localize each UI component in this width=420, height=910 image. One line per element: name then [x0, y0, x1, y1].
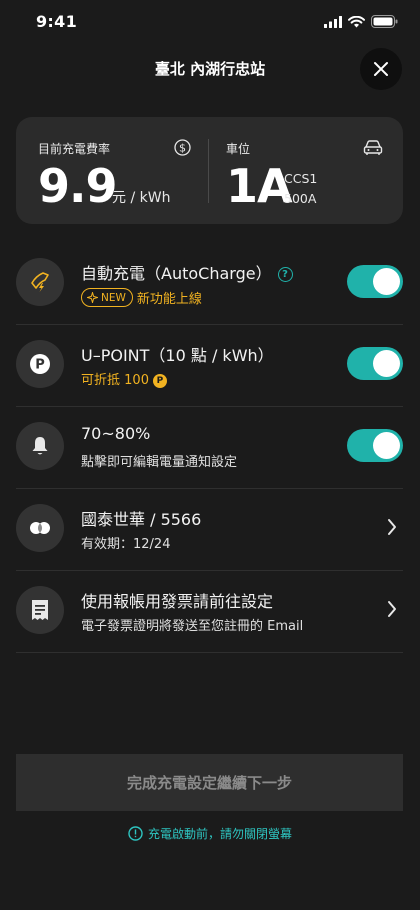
bell-icon: [16, 422, 64, 470]
autocharge-toggle[interactable]: [347, 265, 403, 298]
upoint-balance: 100: [124, 373, 149, 388]
status-time: 9:41: [36, 12, 77, 31]
svg-text:$: $: [179, 142, 186, 155]
setting-row-upoint[interactable]: P U–POINT（10 點 / kWh） 可折抵 100 P: [16, 324, 403, 407]
new-badge-label: NEW: [101, 291, 126, 304]
battery-notify-title: 70~80%: [81, 424, 151, 443]
charging-info-card: 目前充電費率 $ 9.9 元 / kWh 車位 1A CCS1 500A: [16, 117, 403, 224]
setting-row-battery-notify[interactable]: 70~80% 點擊即可編輯電量通知設定: [16, 406, 403, 489]
status-bar: 9:41: [0, 0, 420, 48]
toggle-knob: [373, 350, 400, 377]
upoint-subtitle-prefix: 可折抵: [81, 373, 121, 388]
payment-card-expiry: 有效期：12/24: [81, 537, 171, 552]
autocharge-title: 自動充電（AutoCharge）: [81, 264, 272, 283]
setting-row-autocharge[interactable]: 自動充電（AutoCharge）? NEW 新功能上線: [16, 242, 403, 325]
autocharge-subtitle: 新功能上線: [136, 292, 202, 307]
battery-icon: [371, 15, 398, 28]
autocharge-subtitle-line: NEW 新功能上線: [81, 288, 202, 307]
header: 臺北 內湖行忠站: [0, 48, 420, 92]
connector-info: CCS1 500A: [284, 169, 317, 209]
battery-notify-toggle[interactable]: [347, 429, 403, 462]
rate-label: 目前充電費率: [38, 142, 111, 156]
screen-notice: 充電啟動前，請勿關閉螢幕: [0, 825, 420, 842]
autocharge-title-line: 自動充電（AutoCharge）?: [81, 260, 293, 284]
credit-card-icon: [16, 504, 64, 552]
continue-button[interactable]: 完成充電設定繼續下一步: [16, 754, 403, 811]
help-icon[interactable]: ?: [277, 267, 293, 282]
payment-card-title: 國泰世華 / 5566: [81, 510, 202, 529]
chevron-right-icon: [388, 601, 396, 617]
wifi-icon: [348, 15, 365, 27]
svg-text:P: P: [35, 358, 45, 373]
chevron-right-icon: [388, 519, 396, 535]
dollar-icon: $: [174, 139, 191, 156]
rate-value: 9.9: [38, 159, 117, 213]
screen-notice-text: 充電啟動前，請勿關閉螢幕: [147, 827, 292, 841]
page-title: 臺北 內湖行忠站: [154, 60, 266, 78]
invoice-subtitle: 電子發票證明將發送至您註冊的 Email: [81, 619, 304, 634]
close-button[interactable]: [360, 48, 402, 90]
receipt-icon: [16, 586, 64, 634]
new-badge: NEW: [81, 288, 133, 307]
point-coin-icon: P: [152, 373, 167, 388]
spot-label: 車位: [226, 142, 251, 156]
invoice-title: 使用報帳用發票請前往設定: [81, 592, 274, 611]
upoint-icon: P: [16, 340, 64, 388]
toggle-knob: [373, 432, 400, 459]
card-divider: [208, 139, 209, 203]
toggle-knob: [373, 268, 400, 295]
info-icon: [128, 826, 143, 841]
rate-unit: 元 / kWh: [112, 190, 171, 206]
upoint-toggle[interactable]: [347, 347, 403, 380]
upoint-subtitle-line: 可折抵 100 P: [81, 369, 167, 388]
upoint-title: U–POINT（10 點 / kWh）: [81, 346, 274, 365]
signal-icon: [324, 15, 342, 28]
close-icon: [374, 62, 388, 76]
setting-row-invoice[interactable]: 使用報帳用發票請前往設定 電子發票證明將發送至您註冊的 Email: [16, 570, 403, 653]
setting-row-payment-card[interactable]: 國泰世華 / 5566 有效期：12/24: [16, 488, 403, 571]
connector-power: 500A: [284, 191, 317, 206]
car-icon: [363, 140, 383, 155]
sparkle-icon: [87, 292, 98, 303]
auto-charge-icon: [16, 258, 64, 306]
connector-type: CCS1: [284, 171, 318, 186]
spot-value: 1A: [226, 159, 293, 213]
status-icons: [324, 15, 398, 28]
battery-notify-subtitle: 點擊即可編輯電量通知設定: [81, 455, 238, 470]
